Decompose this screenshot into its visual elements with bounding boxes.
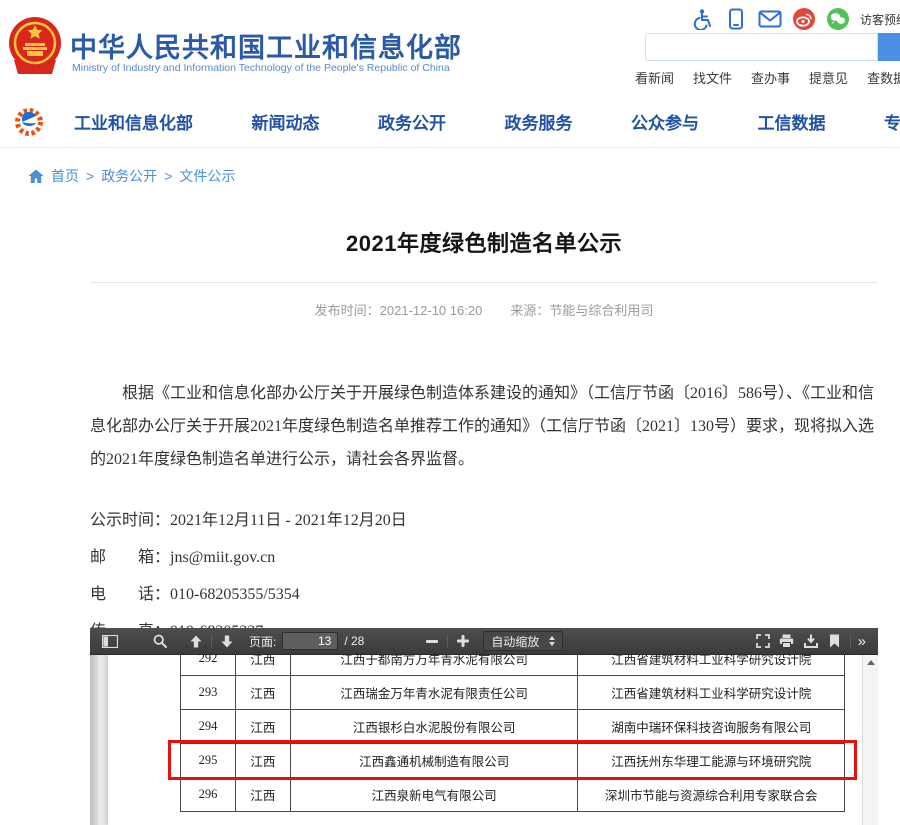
cell-agency: 江西省建筑材料工业科学研究设计院 [578,655,845,676]
nav-item-miit[interactable]: 工业和信息化部 [70,109,197,134]
page-number-label: 页面: [249,633,276,650]
contact-phone: 电 话：010-68205355/5354 [90,576,878,613]
cell-no: 295 [181,744,236,778]
gear-e-logo-icon [12,103,48,139]
quick-link-services[interactable]: 查办事 [751,68,790,87]
nav-item-gov-open[interactable]: 政务公开 [374,109,450,134]
sidebar-toggle-icon[interactable] [98,631,122,652]
bookmark-icon[interactable] [823,631,847,652]
zoom-in-icon[interactable] [451,631,475,652]
nav-item-public[interactable]: 公众参与 [627,109,703,134]
cell-company: 江西银杉白水泥股份有限公司 [290,710,578,744]
table-row: 292 江西 江西于都南方万年青水泥有限公司 江西省建筑材料工业科学研究设计院 [181,655,845,676]
select-arrows-icon [549,636,555,646]
page-up-icon[interactable] [184,631,208,652]
page-total-label: / 28 [344,634,364,648]
home-icon[interactable] [28,169,44,184]
wechat-icon[interactable] [826,7,850,31]
cell-province: 江西 [235,778,290,812]
pdf-left-gutter [90,655,98,825]
pdf-viewer: 页面: / 28 自动缩放 [90,628,878,825]
header-utility-icons: 访客预约 [690,6,900,32]
quick-link-data[interactable]: 查数据 [867,68,900,87]
search-input[interactable] [645,33,878,61]
header-search [645,33,900,61]
mobile-icon[interactable] [724,7,748,31]
cell-agency: 江西省建筑材料工业科学研究设计院 [578,676,845,710]
site-header: 中华人民共和国工业和信息化部 Ministry of Industry and … [0,0,900,95]
pdf-page: 292 江西 江西于都南方万年青水泥有限公司 江西省建筑材料工业科学研究设计院 … [108,655,862,825]
nav-item-gov-service[interactable]: 政务服务 [501,109,577,134]
breadcrumb-gov-open[interactable]: 政务公开 [101,166,157,186]
publish-time: 发布时间：2021-12-10 16:20 [315,303,483,318]
breadcrumb-doc-public[interactable]: 文件公示 [179,166,235,186]
cell-province: 江西 [235,655,290,676]
quick-link-news[interactable]: 看新闻 [635,68,674,87]
site-title: 中华人民共和国工业和信息化部 [70,26,462,65]
quick-link-files[interactable]: 找文件 [693,68,732,87]
zoom-out-icon[interactable] [420,631,444,652]
breadcrumb-separator: > [86,168,94,184]
cell-company: 江西泉新电气有限公司 [290,778,578,812]
pdf-page-area: 292 江西 江西于都南方万年青水泥有限公司 江西省建筑材料工业科学研究设计院 … [90,655,878,825]
page-number-input[interactable] [282,632,338,650]
mail-icon[interactable] [758,7,782,31]
cell-no: 292 [181,655,236,676]
print-icon[interactable] [775,631,799,652]
nav-item-news[interactable]: 新闻动态 [248,109,324,134]
page-title: 2021年度绿色制造名单公示 [90,226,878,258]
cell-company: 江西瑞金万年青水泥有限责任公司 [290,676,578,710]
cell-agency: 深圳市节能与资源综合利用专家联合会 [578,778,845,812]
cell-no: 294 [181,710,236,744]
quick-links: 看新闻 找文件 查办事 提意见 查数据 [635,68,900,87]
breadcrumb-home[interactable]: 首页 [51,166,79,186]
scroll-up-arrow-icon[interactable] [867,660,875,665]
pdf-scrollbar[interactable] [862,655,878,825]
quick-link-feedback[interactable]: 提意见 [809,68,848,87]
national-emblem-logo[interactable] [8,16,62,76]
accessibility-icon[interactable] [690,7,714,31]
cell-agency: 江西抚州东华理工能源与环境研究院 [578,744,845,778]
cell-no: 296 [181,778,236,812]
zoom-mode-select[interactable]: 自动缩放 [483,631,563,651]
source: 来源：节能与综合利用司 [510,303,653,318]
main-nav: 工业和信息化部 新闻动态 政务公开 政务服务 公众参与 工信数据 专题 [0,95,900,148]
contact-email: 邮 箱：jns@miit.gov.cn [90,539,878,576]
download-icon[interactable] [799,631,823,652]
page-root: 中华人民共和国工业和信息化部 Ministry of Industry and … [0,0,900,825]
table-row-highlighted: 295 江西 江西鑫通机械制造有限公司 江西抚州东华理工能源与环境研究院 [181,744,845,778]
site-subtitle-en: Ministry of Industry and Information Tec… [72,62,450,74]
public-period: 公示时间：2021年12月11日 - 2021年12月20日 [90,502,878,539]
cell-company: 江西于都南方万年青水泥有限公司 [290,655,578,676]
table-row: 293 江西 江西瑞金万年青水泥有限责任公司 江西省建筑材料工业科学研究设计院 [181,676,845,710]
cell-no: 293 [181,676,236,710]
cell-province: 江西 [235,676,290,710]
nav-item-special[interactable]: 专题 [880,109,900,134]
breadcrumb-separator: > [164,168,172,184]
search-button[interactable] [878,33,900,61]
search-document-icon[interactable] [148,631,172,652]
cell-company: 江西鑫通机械制造有限公司 [290,744,578,778]
toolbar-more-icon[interactable]: » [854,633,870,650]
cell-agency: 湖南中瑞环保科技咨询服务有限公司 [578,710,845,744]
nav-item-data[interactable]: 工信数据 [754,109,830,134]
visitor-appointment-link[interactable]: 访客预约 [860,11,900,28]
green-manufacturing-table: 292 江西 江西于都南方万年青水泥有限公司 江西省建筑材料工业科学研究设计院 … [180,655,845,812]
article-paragraph: 根据《工业和信息化部办公厅关于开展绿色制造体系建设的通知》（工信厅节函〔2016… [90,377,878,476]
cell-province: 江西 [235,744,290,778]
nav-items: 工业和信息化部 新闻动态 政务公开 政务服务 公众参与 工信数据 专题 [70,95,900,148]
table-row: 294 江西 江西银杉白水泥股份有限公司 湖南中瑞环保科技咨询服务有限公司 [181,710,845,744]
weibo-icon[interactable] [792,7,816,31]
table-row: 296 江西 江西泉新电气有限公司 深圳市节能与资源综合利用专家联合会 [181,778,845,812]
breadcrumb: 首页 > 政务公开 > 文件公示 [28,166,235,186]
zoom-mode-value: 自动缩放 [491,633,539,650]
article-meta: 发布时间：2021-12-10 16:20 来源：节能与综合利用司 [90,300,878,319]
title-divider [90,282,878,283]
cell-province: 江西 [235,710,290,744]
presentation-mode-icon[interactable] [751,631,775,652]
page-down-icon[interactable] [215,631,239,652]
pdf-toolbar: 页面: / 28 自动缩放 [90,628,878,655]
